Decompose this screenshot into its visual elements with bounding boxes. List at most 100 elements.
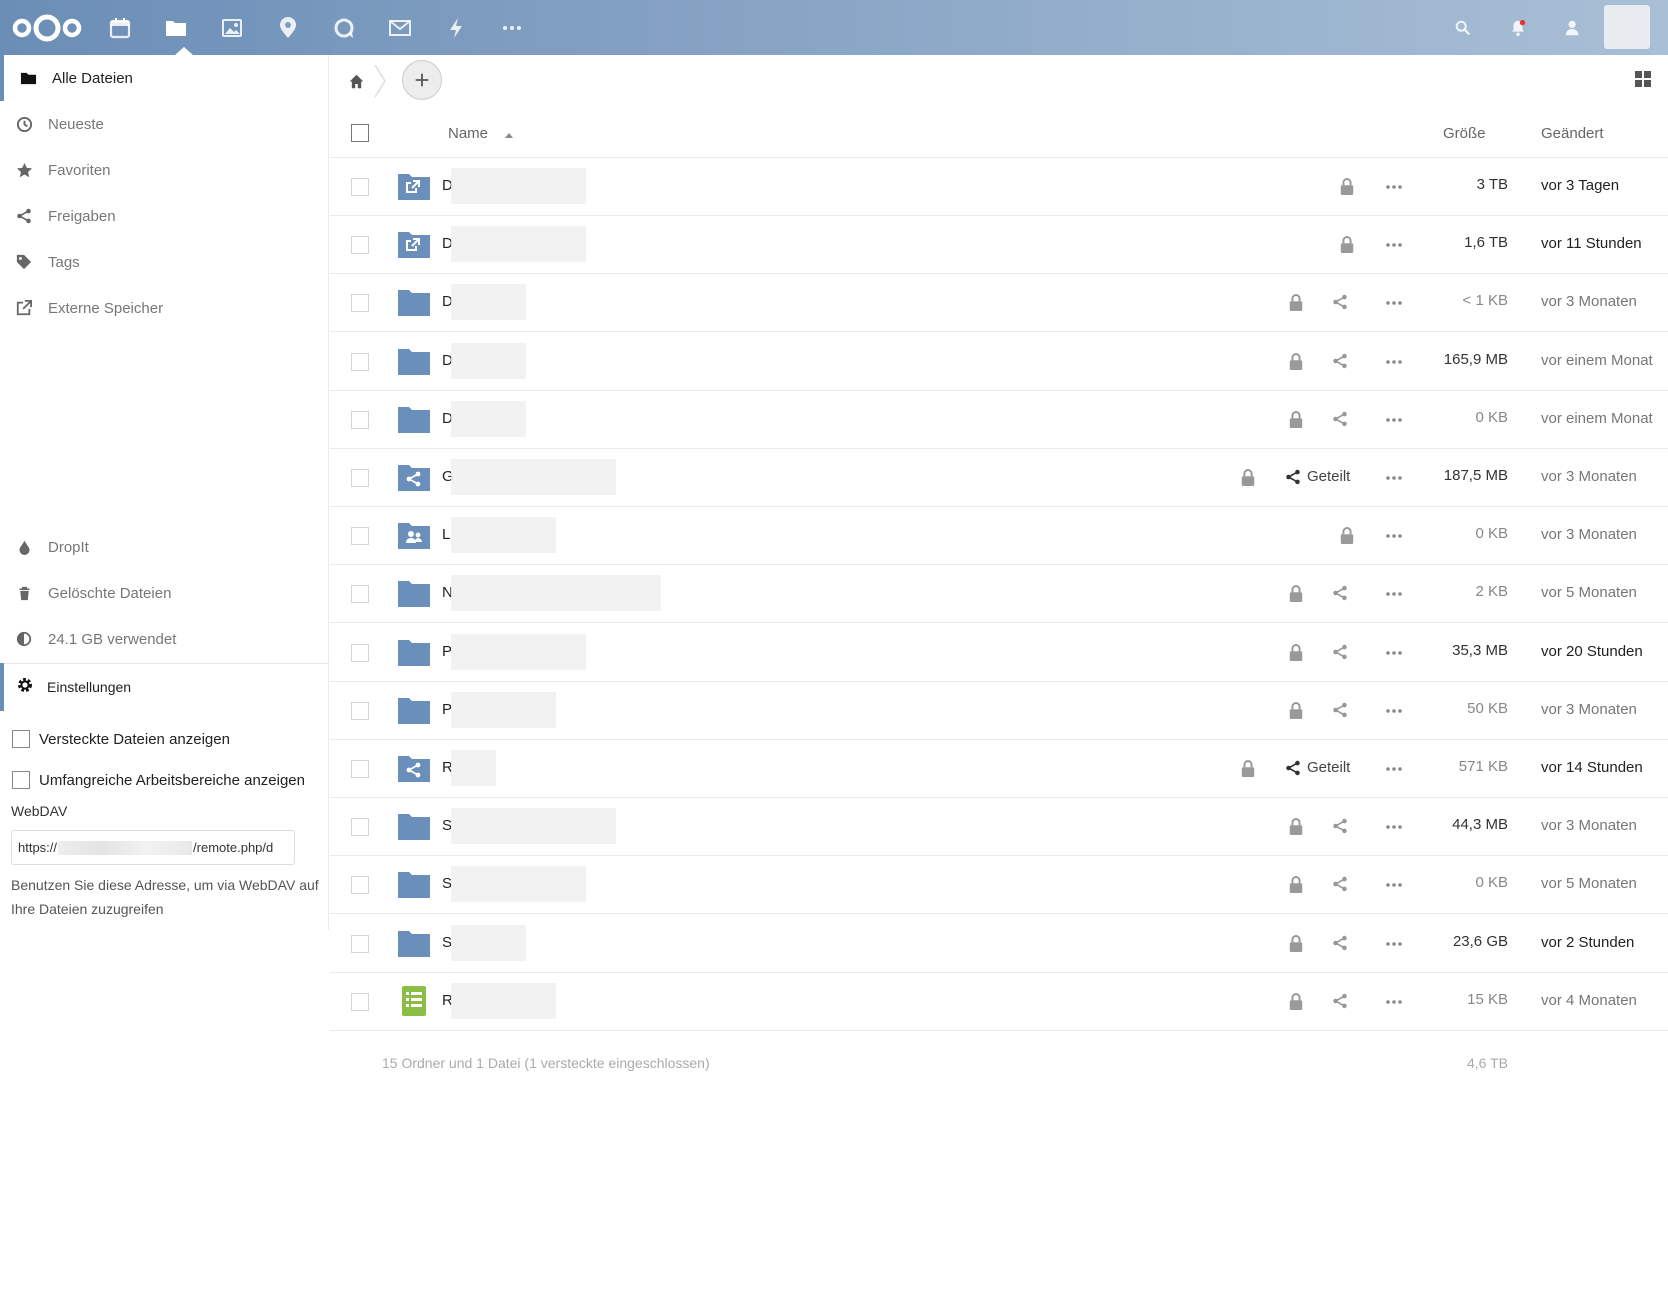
photos-icon[interactable] (217, 13, 247, 43)
table-row[interactable]: N2 KB vor 5 Monaten (330, 565, 1668, 624)
sidebar-item-tags[interactable]: Tags (0, 239, 329, 285)
checkbox[interactable] (12, 730, 30, 748)
table-row[interactable]: R Geteilt 571 KB vor 14 Stunden (330, 740, 1668, 798)
share-icon[interactable] (1332, 935, 1350, 953)
table-row[interactable]: D0 KB vor einem Monat (330, 391, 1668, 449)
row-checkbox[interactable] (351, 178, 369, 196)
table-row[interactable]: S 44,3 MB vor 3 Monaten (330, 798, 1668, 857)
activity-icon[interactable] (441, 13, 471, 43)
lock-icon[interactable] (1339, 527, 1357, 547)
column-modified[interactable]: Geändert (1541, 125, 1604, 142)
avatar[interactable] (1604, 5, 1650, 49)
table-row[interactable]: P 50 KB vor 3 Monaten (330, 682, 1668, 740)
search-icon[interactable] (1450, 15, 1476, 41)
share-icon[interactable] (1332, 644, 1350, 662)
sidebar-item-favorites[interactable]: Favoriten (0, 147, 329, 193)
settings-toggle[interactable]: Einstellungen (0, 663, 329, 711)
table-row[interactable]: D 165,9 MB vor einem Monat (330, 333, 1668, 391)
share-icon[interactable] (1332, 993, 1350, 1011)
rich-workspaces-checkbox[interactable]: Umfangreiche Arbeitsbereiche anzeigen (12, 771, 305, 789)
lock-icon[interactable] (1288, 818, 1306, 838)
share-icon[interactable] (1332, 876, 1350, 894)
more-actions-icon[interactable] (1384, 643, 1404, 663)
file-name[interactable]: L (442, 526, 450, 543)
more-actions-icon[interactable] (1384, 410, 1404, 430)
shared-button[interactable]: Geteilt (1285, 759, 1350, 776)
more-actions-icon[interactable] (1384, 759, 1404, 779)
shared-button[interactable]: Geteilt (1285, 468, 1350, 485)
calendar-icon[interactable] (105, 13, 135, 43)
grid-view-icon[interactable] (1633, 69, 1653, 89)
lock-icon[interactable] (1339, 236, 1357, 256)
share-icon[interactable] (1332, 702, 1350, 720)
row-checkbox[interactable] (351, 760, 369, 778)
mail-icon[interactable] (385, 13, 415, 43)
files-icon[interactable] (161, 13, 191, 43)
more-apps-icon[interactable] (497, 13, 527, 43)
lock-icon[interactable] (1288, 701, 1306, 722)
lock-icon[interactable] (1339, 178, 1357, 198)
table-row[interactable]: D < 1 KB vor 3 Monaten (330, 274, 1668, 333)
sidebar-item-external-storage[interactable]: Externe Speicher (0, 285, 329, 331)
lock-icon[interactable] (1240, 760, 1258, 780)
lock-icon[interactable] (1288, 410, 1306, 431)
lock-icon[interactable] (1288, 992, 1306, 1013)
share-icon[interactable] (1332, 353, 1350, 371)
more-actions-icon[interactable] (1384, 526, 1404, 546)
select-all-checkbox[interactable] (351, 124, 369, 142)
more-actions-icon[interactable] (1384, 584, 1404, 604)
more-actions-icon[interactable] (1384, 817, 1404, 837)
more-actions-icon[interactable] (1384, 875, 1404, 895)
maps-icon[interactable] (273, 13, 303, 43)
sidebar-item-shares[interactable]: Freigaben (0, 193, 329, 239)
more-actions-icon[interactable] (1384, 235, 1404, 255)
lock-icon[interactable] (1288, 643, 1306, 664)
row-checkbox[interactable] (351, 527, 369, 546)
table-row[interactable]: D 1,6 TB vor 11 Stunden (330, 216, 1668, 275)
row-checkbox[interactable] (351, 236, 369, 255)
notifications-icon[interactable] (1505, 15, 1531, 41)
row-checkbox[interactable] (351, 294, 369, 313)
table-row[interactable]: S 23,6 GB vor 2 Stunden (330, 915, 1668, 973)
share-icon[interactable] (1332, 294, 1350, 312)
table-row[interactable]: L 0 KB vor 3 Monaten (330, 507, 1668, 566)
row-checkbox[interactable] (351, 585, 369, 604)
row-checkbox[interactable] (351, 352, 369, 371)
more-actions-icon[interactable] (1384, 992, 1404, 1012)
sidebar-item-deleted-files[interactable]: Gelöschte Dateien (0, 570, 329, 616)
more-actions-icon[interactable] (1384, 293, 1404, 313)
share-icon[interactable] (1332, 411, 1350, 429)
row-checkbox[interactable] (351, 818, 369, 837)
show-hidden-files-checkbox[interactable]: Versteckte Dateien anzeigen (12, 730, 230, 748)
table-row[interactable]: R 15 KB vor 4 Monaten (330, 973, 1668, 1031)
row-checkbox[interactable] (351, 701, 369, 720)
lock-icon[interactable] (1288, 876, 1306, 896)
table-row[interactable]: G Geteilt 187,5 MB vor 3 Monaten (330, 449, 1668, 507)
sidebar-item-recent[interactable]: Neueste (0, 101, 329, 147)
more-actions-icon[interactable] (1384, 934, 1404, 954)
row-checkbox[interactable] (351, 643, 369, 662)
lock-icon[interactable] (1288, 934, 1306, 955)
more-actions-icon[interactable] (1384, 352, 1404, 372)
table-row[interactable]: D3 TB vor 3 Tagen (330, 158, 1668, 216)
more-actions-icon[interactable] (1384, 177, 1404, 197)
share-icon[interactable] (1332, 818, 1350, 836)
row-checkbox[interactable] (351, 469, 369, 487)
share-icon[interactable] (1332, 585, 1350, 603)
more-actions-icon[interactable] (1384, 468, 1404, 488)
nextcloud-logo[interactable] (12, 12, 82, 44)
lock-icon[interactable] (1240, 469, 1258, 489)
lock-icon[interactable] (1288, 294, 1306, 314)
contacts-icon[interactable] (1560, 15, 1586, 41)
table-row[interactable]: S0 KB vor 5 Monaten (330, 856, 1668, 915)
talk-icon[interactable] (329, 13, 359, 43)
sidebar-item-dropit[interactable]: DropIt (0, 524, 329, 570)
row-checkbox[interactable] (351, 876, 369, 895)
lock-icon[interactable] (1288, 352, 1306, 373)
lock-icon[interactable] (1288, 585, 1306, 605)
column-name[interactable]: Name (448, 125, 488, 142)
home-icon[interactable] (345, 70, 367, 92)
new-file-button[interactable] (402, 60, 442, 100)
checkbox[interactable] (12, 771, 30, 789)
sidebar-item-all-files[interactable]: Alle Dateien (0, 55, 329, 101)
